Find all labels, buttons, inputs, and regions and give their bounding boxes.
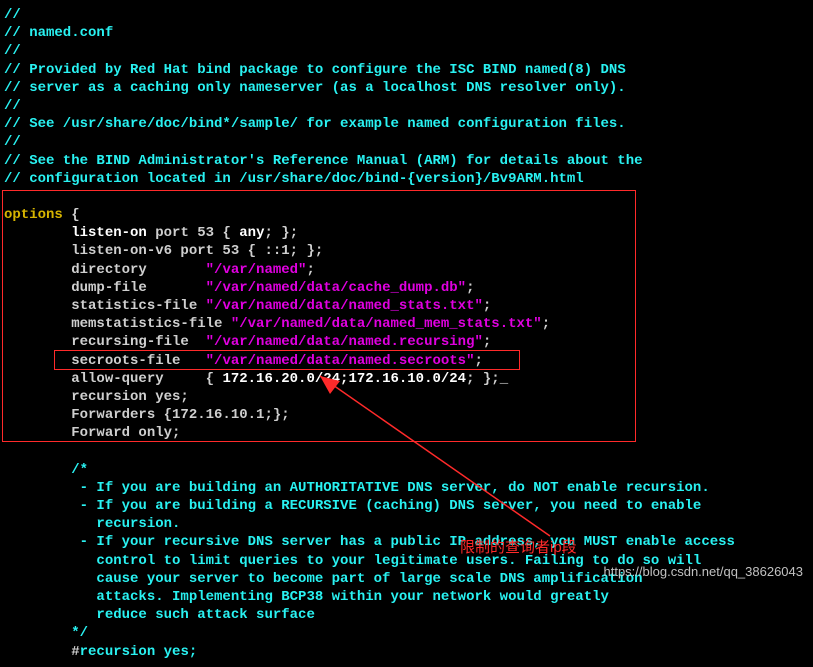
comment-line: recursion. [4, 515, 809, 533]
comment-line: // [4, 6, 809, 24]
recursing-file: recursing-file "/var/named/data/named.re… [4, 333, 809, 351]
comment-start: /* [4, 461, 809, 479]
allow-query: allow-query { 172.16.20.0/24;172.16.10.0… [4, 370, 809, 388]
dump-file: dump-file "/var/named/data/cache_dump.db… [4, 279, 809, 297]
comment-line: // [4, 97, 809, 115]
comment-line: // See /usr/share/doc/bind*/sample/ for … [4, 115, 809, 133]
cursor-icon: _ [500, 371, 508, 387]
memstatistics-file: memstatistics-file "/var/named/data/name… [4, 315, 809, 333]
secroots-file: secroots-file "/var/named/data/named.sec… [4, 352, 809, 370]
directory: directory "/var/named"; [4, 261, 809, 279]
comment-line: // [4, 42, 809, 60]
blank-line [4, 443, 809, 461]
comment-line: // Provided by Red Hat bind package to c… [4, 61, 809, 79]
recursion: recursion yes; [4, 388, 809, 406]
listen-on: listen-on port 53 { any; }; [4, 224, 809, 242]
comment-line: // named.conf [4, 24, 809, 42]
annotation-text: 限制的查询者ip段 [460, 538, 577, 558]
blank-line [4, 188, 809, 206]
comment-line: // configuration located in /usr/share/d… [4, 170, 809, 188]
listen-on-v6: listen-on-v6 port 53 { ::1; }; [4, 242, 809, 260]
comment-end: */ [4, 624, 809, 642]
comment-line: // server as a caching only nameserver (… [4, 79, 809, 97]
comment-line: reduce such attack surface [4, 606, 809, 624]
comment-line: - If your recursive DNS server has a pub… [4, 533, 809, 551]
comment-line: // [4, 133, 809, 151]
forwarders: Forwarders {172.16.10.1;}; [4, 406, 809, 424]
statistics-file: statistics-file "/var/named/data/named_s… [4, 297, 809, 315]
watermark: https://blog.csdn.net/qq_38626043 [604, 564, 804, 581]
comment-line: attacks. Implementing BCP38 within your … [4, 588, 809, 606]
comment-line: // See the BIND Administrator's Referenc… [4, 152, 809, 170]
options-open: options { [4, 206, 809, 224]
forward-only: Forward only; [4, 424, 809, 442]
comment-line: - If you are building a RECURSIVE (cachi… [4, 497, 809, 515]
hash-recursion: #recursion yes; [4, 643, 809, 661]
comment-line: - If you are building an AUTHORITATIVE D… [4, 479, 809, 497]
